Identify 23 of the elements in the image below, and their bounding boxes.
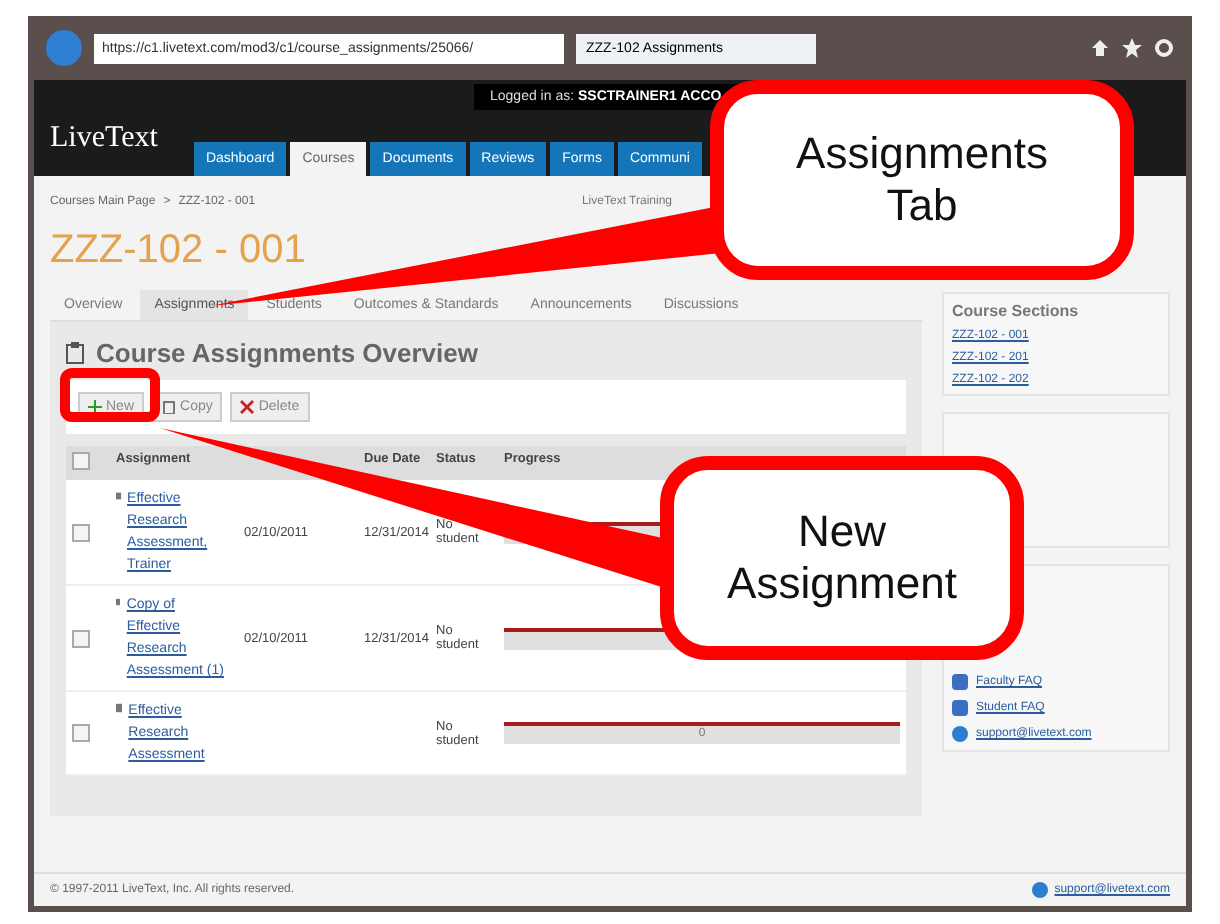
panel-heading: Course Sections (952, 302, 1081, 320)
clipboard-icon (116, 700, 123, 716)
star-icon[interactable] (1122, 38, 1142, 58)
row-checkbox[interactable] (72, 724, 90, 742)
panel-title: Course Assignments Overview (96, 338, 478, 368)
clipboard-icon (116, 594, 121, 610)
highlight-frame (60, 368, 160, 422)
clipboard-icon (66, 342, 84, 364)
settings-icon[interactable] (1154, 38, 1174, 58)
help-icon (952, 726, 968, 742)
help-icon (1032, 882, 1049, 898)
course-title: ZZZ-102 - 001 (50, 226, 306, 276)
back-button[interactable] (46, 30, 82, 66)
callout-tooltip: New Assignment (660, 456, 1024, 660)
logo[interactable]: LiveText (50, 122, 158, 176)
home-icon[interactable] (1090, 38, 1110, 58)
row-checkbox[interactable] (72, 629, 90, 647)
delete-icon (240, 400, 255, 414)
select-all-checkbox[interactable] (72, 452, 90, 470)
clipboard-icon (116, 488, 122, 504)
row-checkbox[interactable] (72, 523, 90, 541)
plus-icon (88, 400, 102, 414)
copy-icon (162, 400, 177, 414)
